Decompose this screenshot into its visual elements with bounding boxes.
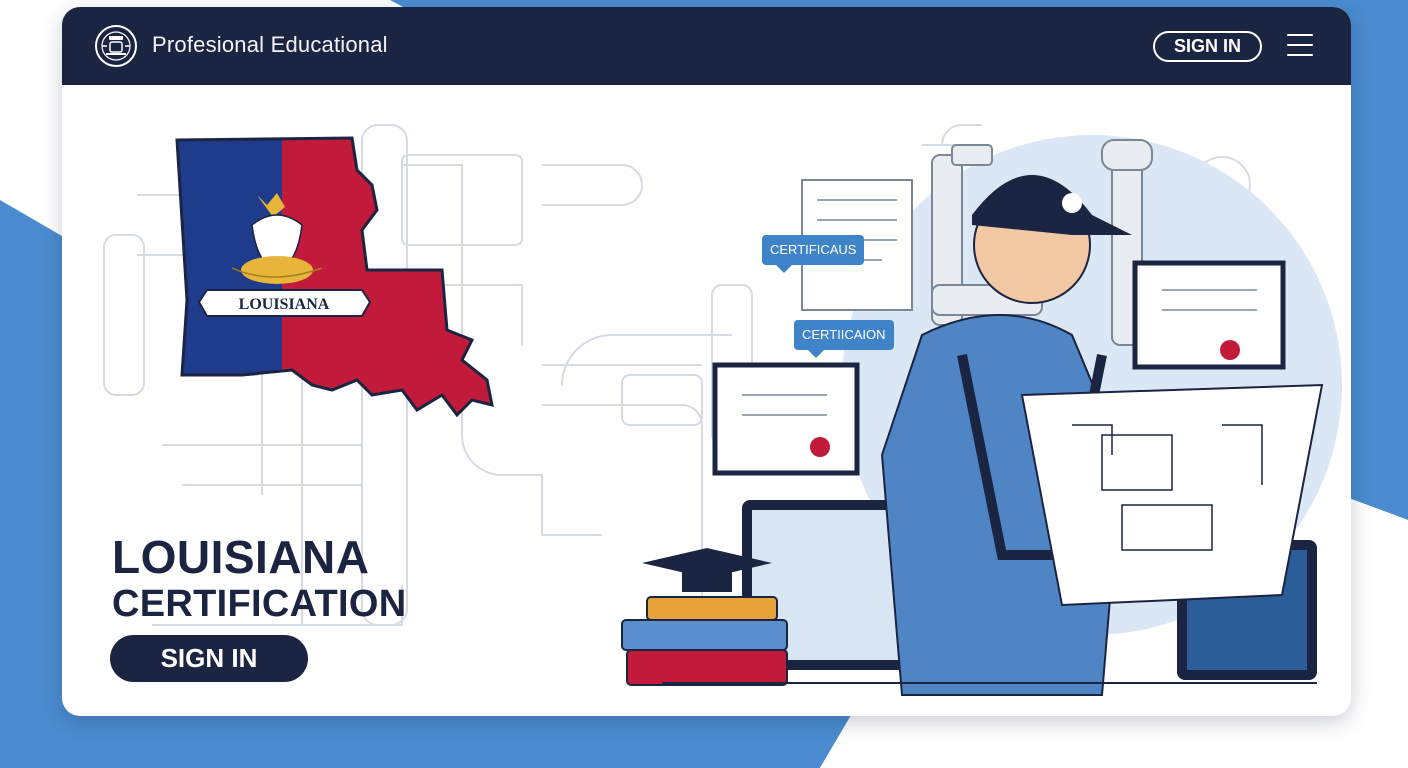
certificate-bubble-2: CERTIICAION: [794, 320, 894, 358]
brand-name[interactable]: Profesional Educational: [152, 32, 388, 58]
hero-signin-button[interactable]: SIGN IN: [110, 635, 308, 682]
certificate-bubble-1: CERTIFICAUS: [762, 235, 865, 273]
menu-icon[interactable]: [1287, 34, 1313, 56]
nav-signin-button[interactable]: SIGN IN: [1153, 31, 1262, 62]
hero-title: LOUISIANA: [112, 531, 370, 583]
hero-subtitle: CERTIFICATION: [112, 583, 407, 625]
hero-section: LOUISIANA LOUISIANA CERTIFICATION SIGN I…: [62, 85, 1351, 716]
flag-banner-text: LOUISIANA: [239, 296, 330, 313]
main-card: Profesional Educational SIGN IN LOUISIAN…: [62, 7, 1351, 716]
logo-emblem-icon[interactable]: [94, 24, 138, 68]
plumber-illustration: [621, 135, 1342, 696]
top-navbar: Profesional Educational SIGN IN: [62, 7, 1351, 85]
louisiana-flag-map: LOUISIANA: [175, 136, 494, 418]
